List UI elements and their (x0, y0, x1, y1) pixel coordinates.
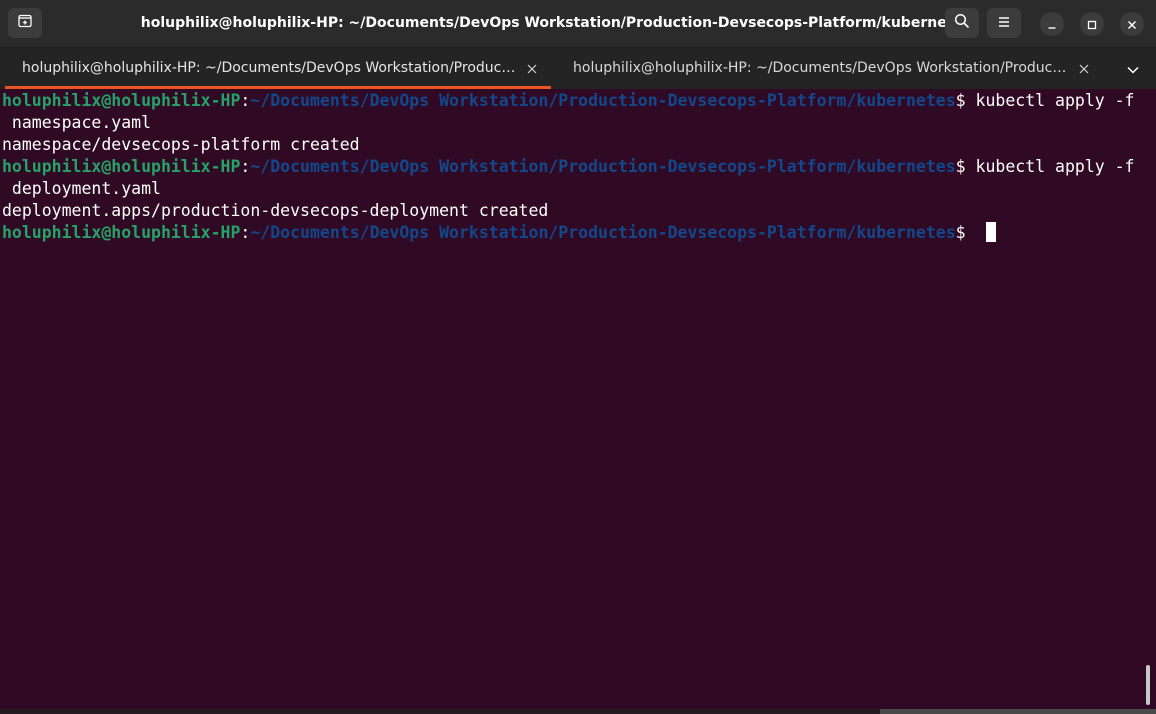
prompt-separator: : (240, 91, 251, 110)
tab-terminal-2[interactable]: holuphilix@holuphilix-HP: ~/Documents/De… (557, 48, 1103, 89)
prompt-user-host: holuphilix@holuphilix-HP (2, 223, 241, 242)
scrollbar-thumb[interactable] (1146, 665, 1150, 705)
prompt-line: holuphilix@holuphilix-HP:~/Documents/Dev… (2, 156, 1140, 178)
maximize-button[interactable] (1080, 12, 1104, 36)
hamburger-menu-icon (997, 14, 1011, 33)
prompt-line: holuphilix@holuphilix-HP:~/Documents/Dev… (2, 222, 1140, 244)
close-window-button[interactable] (1120, 12, 1144, 36)
command-text: kubectl apply -f (975, 157, 1135, 176)
maximize-icon (1087, 15, 1097, 34)
command-text: kubectl apply -f (975, 91, 1135, 110)
tab-label: holuphilix@holuphilix-HP: ~/Documents/De… (573, 60, 1068, 76)
window-title: holuphilix@holuphilix-HP: ~/Documents/De… (140, 15, 972, 31)
output-text: namespace/devsecops-platform created (2, 135, 360, 154)
prompt-separator: : (240, 223, 251, 242)
prompt-path: ~/Documents/DevOps Workstation/Productio… (250, 91, 956, 110)
prompt-dollar: $ (955, 223, 976, 242)
prompt-path: ~/Documents/DevOps Workstation/Productio… (250, 223, 956, 242)
text-cursor (985, 222, 996, 242)
output-line: namespace/devsecops-platform created (2, 134, 1140, 156)
search-icon (954, 13, 970, 33)
menu-button[interactable] (987, 8, 1021, 38)
prompt-dollar: $ (955, 91, 976, 110)
new-tab-button[interactable] (8, 8, 42, 38)
command-continuation: namespace.yaml (2, 112, 1140, 134)
output-line: deployment.apps/production-devsecops-dep… (2, 200, 1140, 222)
prompt-user-host: holuphilix@holuphilix-HP (2, 91, 241, 110)
terminal-output[interactable]: holuphilix@holuphilix-HP:~/Documents/Dev… (0, 89, 1140, 709)
minimize-button[interactable] (1040, 12, 1064, 36)
tab-label: holuphilix@holuphilix-HP: ~/Documents/De… (22, 60, 517, 76)
prompt-dollar: $ (955, 157, 976, 176)
search-button[interactable] (945, 8, 979, 38)
new-tab-icon (17, 13, 33, 33)
terminal-window: holuphilix@holuphilix-HP: ~/Documents/De… (0, 0, 1156, 714)
tab-close-button[interactable] (525, 61, 539, 75)
window-bottom-edge-right (880, 709, 1156, 714)
close-icon (1127, 15, 1137, 34)
scrollbar[interactable] (1140, 89, 1156, 709)
minimize-icon (1047, 15, 1057, 34)
tab-bar: holuphilix@holuphilix-HP: ~/Documents/De… (0, 47, 1156, 89)
close-icon (1079, 59, 1089, 78)
command-continuation: deployment.yaml (2, 178, 1140, 200)
tab-overflow-button[interactable] (1120, 59, 1146, 79)
prompt-user-host: holuphilix@holuphilix-HP (2, 157, 241, 176)
prompt-line: holuphilix@holuphilix-HP:~/Documents/Dev… (2, 90, 1140, 112)
tab-close-button[interactable] (1077, 61, 1091, 75)
tab-terminal-1[interactable]: holuphilix@holuphilix-HP: ~/Documents/De… (5, 48, 551, 89)
command-text: namespace.yaml (2, 113, 152, 132)
prompt-path: ~/Documents/DevOps Workstation/Productio… (250, 157, 956, 176)
close-icon (527, 59, 537, 78)
command-text: deployment.yaml (2, 179, 161, 198)
chevron-down-icon (1126, 60, 1140, 79)
output-text: deployment.apps/production-devsecops-dep… (2, 201, 549, 220)
header-bar: holuphilix@holuphilix-HP: ~/Documents/De… (0, 0, 1156, 47)
prompt-separator: : (240, 157, 251, 176)
